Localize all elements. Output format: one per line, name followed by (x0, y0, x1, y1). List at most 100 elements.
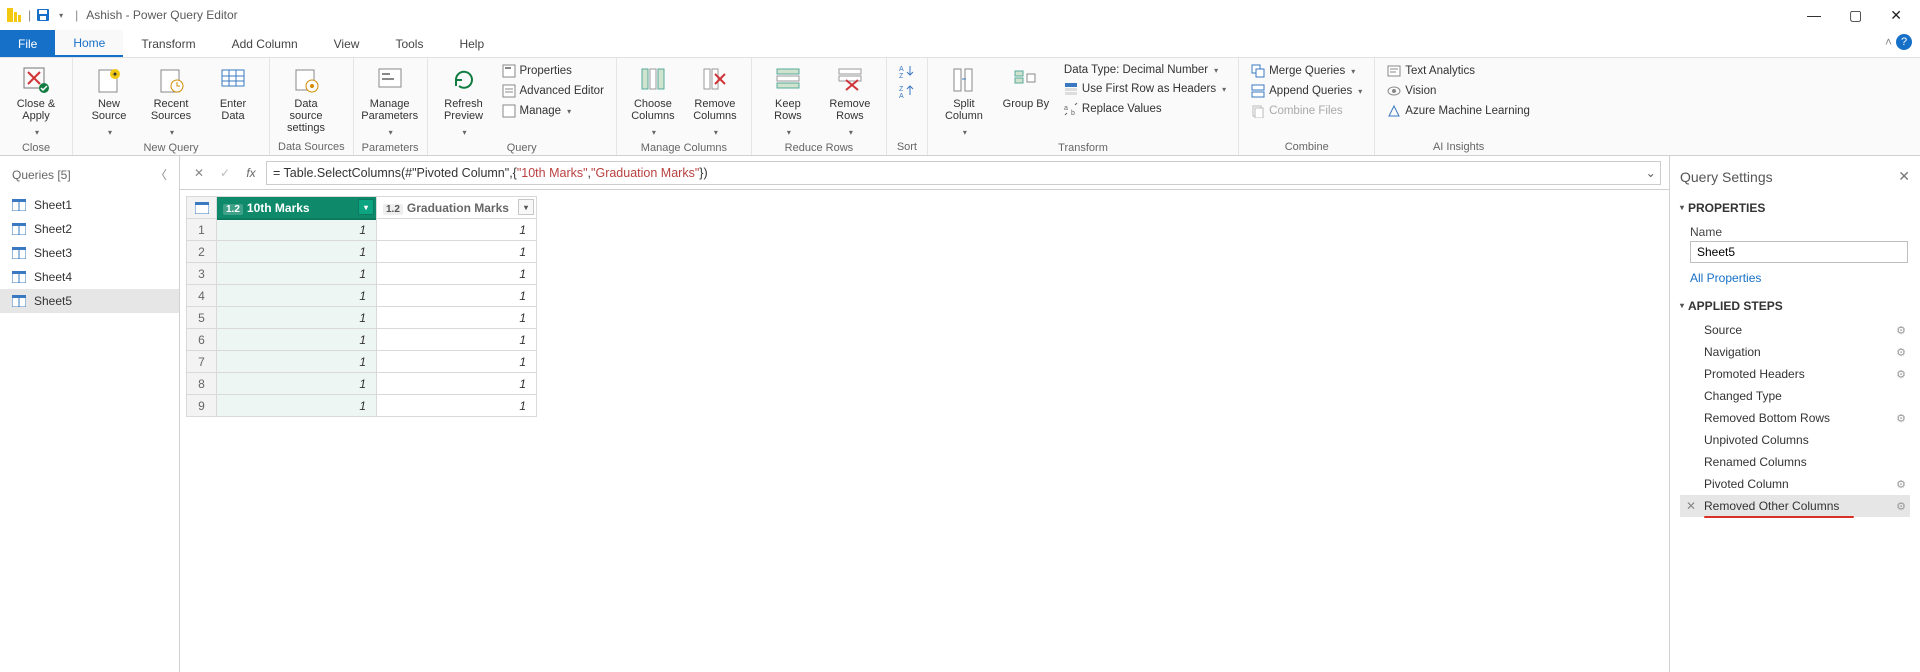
applied-step[interactable]: ✕Source⚙ (1680, 319, 1910, 341)
gear-icon[interactable]: ⚙ (1896, 324, 1906, 337)
query-item-sheet2[interactable]: Sheet2 (0, 217, 179, 241)
combine-files-button[interactable]: Combine Files (1247, 102, 1366, 120)
help-icon[interactable]: ? (1896, 34, 1912, 50)
row-number[interactable]: 5 (187, 307, 217, 329)
data-source-settings-button[interactable]: Data source settings (278, 62, 334, 136)
azure-ml-button[interactable]: Azure Machine Learning (1383, 102, 1534, 120)
applied-step[interactable]: ✕Navigation⚙ (1680, 341, 1910, 363)
row-number[interactable]: 4 (187, 285, 217, 307)
row-number[interactable]: 8 (187, 373, 217, 395)
split-column-button[interactable]: Split Column (936, 62, 992, 140)
applied-step[interactable]: ✕Changed Type (1680, 385, 1910, 407)
recent-sources-button[interactable]: Recent Sources (143, 62, 199, 140)
remove-rows-button[interactable]: Remove Rows (822, 62, 878, 140)
fx-icon[interactable]: fx (240, 166, 262, 180)
applied-step[interactable]: ✕Promoted Headers⚙ (1680, 363, 1910, 385)
qat-dropdown-icon[interactable]: ▾ (53, 7, 69, 23)
close-settings-icon[interactable]: ✕ (1898, 168, 1910, 185)
collapse-ribbon-icon[interactable]: ˄ (1885, 35, 1892, 49)
select-all-corner[interactable] (187, 197, 217, 219)
query-item-sheet5[interactable]: Sheet5 (0, 289, 179, 313)
tab-view[interactable]: View (316, 30, 378, 57)
vision-button[interactable]: Vision (1383, 82, 1534, 100)
new-source-button[interactable]: ✦New Source (81, 62, 137, 140)
filter-icon[interactable]: ▾ (358, 199, 374, 215)
cell[interactable]: 1 (217, 285, 377, 307)
column-header-1[interactable]: 1.2Graduation Marks▾ (377, 197, 537, 219)
sort-asc-button[interactable]: AZ (895, 62, 919, 80)
expand-formula-icon[interactable]: ⌄ (1646, 165, 1656, 180)
cell[interactable]: 1 (377, 241, 537, 263)
applied-steps-title[interactable]: APPLIED STEPS (1680, 293, 1910, 319)
manage-query-button[interactable]: Manage (498, 102, 608, 120)
cell[interactable]: 1 (377, 351, 537, 373)
row-number[interactable]: 6 (187, 329, 217, 351)
query-name-input[interactable] (1690, 241, 1908, 263)
collapse-pane-icon[interactable]: 〈 (155, 166, 167, 183)
cancel-formula-button[interactable]: ✕ (188, 162, 210, 184)
cell[interactable]: 1 (377, 285, 537, 307)
applied-step[interactable]: ✕Removed Bottom Rows⚙ (1680, 407, 1910, 429)
cell[interactable]: 1 (217, 373, 377, 395)
cell[interactable]: 1 (217, 351, 377, 373)
cell[interactable]: 1 (217, 263, 377, 285)
applied-step[interactable]: ✕Removed Other Columns⚙ (1680, 495, 1910, 517)
data-type-button[interactable]: Data Type: Decimal Number (1060, 62, 1230, 78)
row-number[interactable]: 3 (187, 263, 217, 285)
group-by-button[interactable]: Group By (998, 62, 1054, 112)
choose-columns-button[interactable]: Choose Columns (625, 62, 681, 140)
save-icon[interactable] (35, 7, 51, 23)
merge-queries-button[interactable]: Merge Queries (1247, 62, 1366, 80)
gear-icon[interactable]: ⚙ (1896, 368, 1906, 381)
tab-help[interactable]: Help (441, 30, 502, 57)
applied-step[interactable]: ✕Pivoted Column⚙ (1680, 473, 1910, 495)
maximize-button[interactable]: ▢ (1849, 7, 1862, 24)
cell[interactable]: 1 (217, 329, 377, 351)
cell[interactable]: 1 (377, 219, 537, 241)
row-number[interactable]: 7 (187, 351, 217, 373)
cell[interactable]: 1 (217, 219, 377, 241)
manage-parameters-button[interactable]: Manage Parameters (362, 62, 418, 140)
enter-data-button[interactable]: Enter Data (205, 62, 261, 124)
properties-button[interactable]: Properties (498, 62, 608, 80)
refresh-preview-button[interactable]: Refresh Preview (436, 62, 492, 140)
cell[interactable]: 1 (377, 329, 537, 351)
row-number[interactable]: 1 (187, 219, 217, 241)
cell[interactable]: 1 (377, 373, 537, 395)
minimize-button[interactable]: — (1807, 7, 1821, 23)
column-header-0[interactable]: 1.210th Marks▾ (217, 197, 377, 219)
query-item-sheet1[interactable]: Sheet1 (0, 193, 179, 217)
keep-rows-button[interactable]: Keep Rows (760, 62, 816, 140)
formula-input[interactable]: = Table.SelectColumns(#"Pivoted Column",… (266, 161, 1661, 185)
query-item-sheet4[interactable]: Sheet4 (0, 265, 179, 289)
cell[interactable]: 1 (377, 395, 537, 417)
tab-tools[interactable]: Tools (377, 30, 441, 57)
tab-add-column[interactable]: Add Column (214, 30, 316, 57)
close-window-button[interactable]: ✕ (1890, 7, 1902, 24)
tab-file[interactable]: File (0, 30, 55, 57)
properties-section-title[interactable]: PROPERTIES (1680, 195, 1910, 221)
delete-step-icon[interactable]: ✕ (1686, 499, 1696, 513)
cell[interactable]: 1 (217, 307, 377, 329)
query-item-sheet3[interactable]: Sheet3 (0, 241, 179, 265)
all-properties-link[interactable]: All Properties (1680, 263, 1761, 293)
append-queries-button[interactable]: Append Queries (1247, 82, 1366, 100)
remove-columns-button[interactable]: Remove Columns (687, 62, 743, 140)
text-analytics-button[interactable]: Text Analytics (1383, 62, 1534, 80)
filter-icon[interactable]: ▾ (518, 199, 534, 215)
row-number[interactable]: 9 (187, 395, 217, 417)
gear-icon[interactable]: ⚙ (1896, 478, 1906, 491)
cell[interactable]: 1 (217, 395, 377, 417)
cell[interactable]: 1 (377, 263, 537, 285)
gear-icon[interactable]: ⚙ (1896, 500, 1906, 513)
row-number[interactable]: 2 (187, 241, 217, 263)
tab-transform[interactable]: Transform (123, 30, 213, 57)
applied-step[interactable]: ✕Renamed Columns (1680, 451, 1910, 473)
advanced-editor-button[interactable]: Advanced Editor (498, 82, 608, 100)
tab-home[interactable]: Home (55, 30, 123, 57)
accept-formula-button[interactable]: ✓ (214, 162, 236, 184)
gear-icon[interactable]: ⚙ (1896, 346, 1906, 359)
close-apply-button[interactable]: Close & Apply (8, 62, 64, 140)
cell[interactable]: 1 (377, 307, 537, 329)
first-row-headers-button[interactable]: Use First Row as Headers (1060, 80, 1230, 98)
